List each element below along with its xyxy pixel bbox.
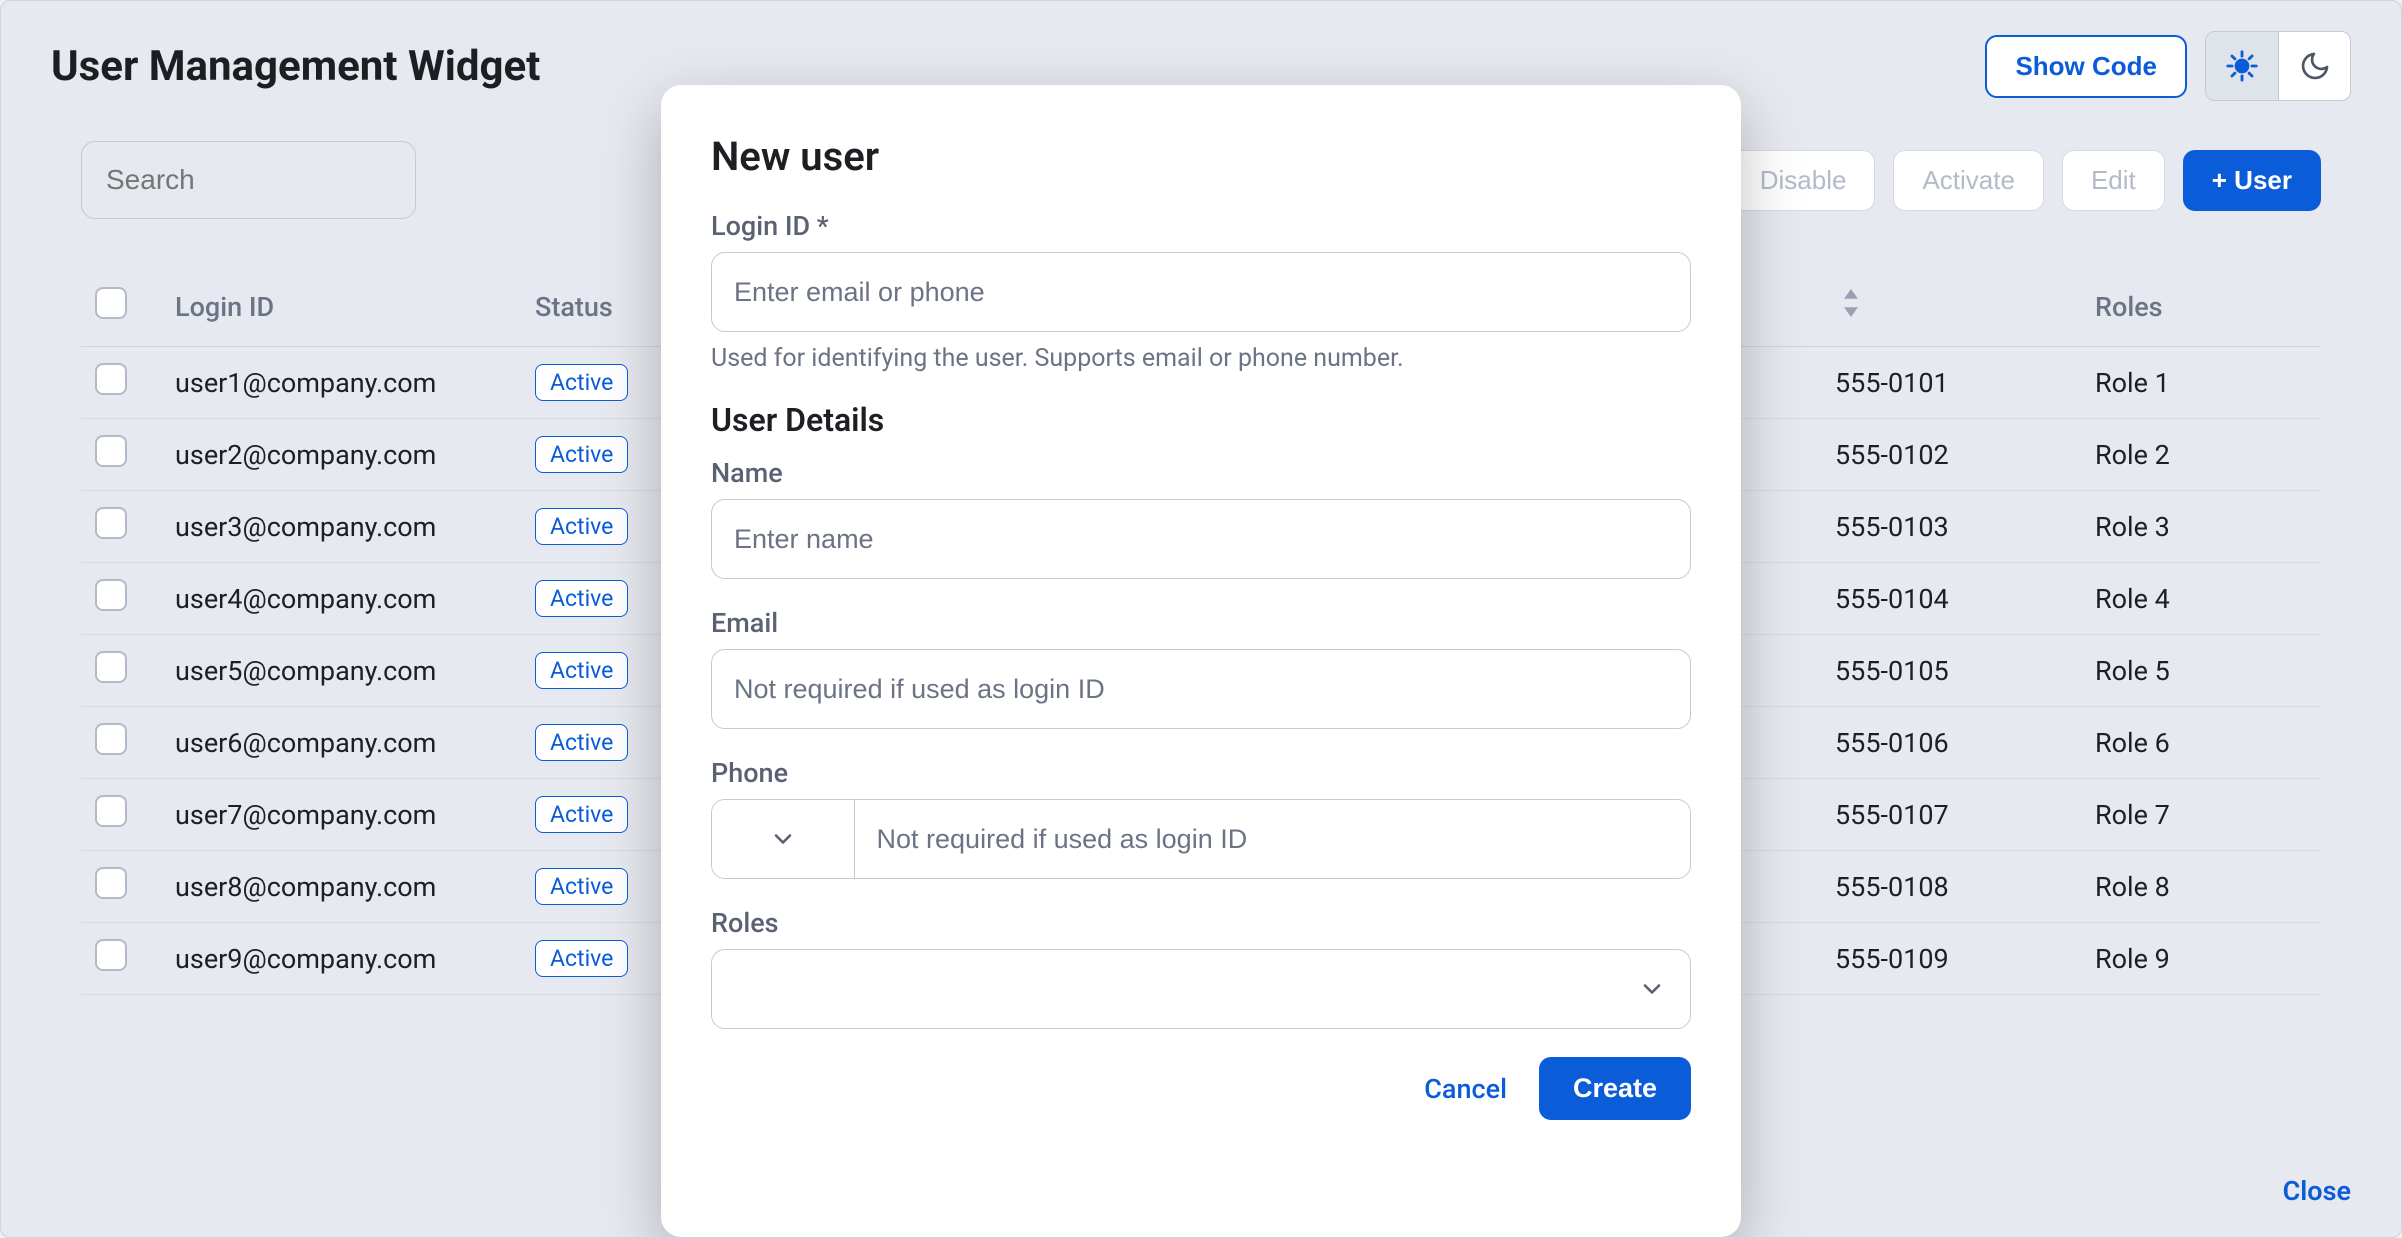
status-badge: Active <box>535 652 628 689</box>
select-all-checkbox[interactable] <box>95 287 127 319</box>
cell-phone: 555-0103 <box>1821 491 2081 563</box>
roles-label: Roles <box>711 907 1691 939</box>
row-checkbox[interactable] <box>95 795 127 827</box>
modal-title: New user <box>711 133 1691 180</box>
login-id-input[interactable] <box>711 252 1691 332</box>
cell-login: user8@company.com <box>161 851 521 923</box>
theme-toggle[interactable] <box>2205 31 2351 101</box>
cell-role: Role 1 <box>2081 347 2321 419</box>
email-input[interactable] <box>711 649 1691 729</box>
page-title: User Management Widget <box>51 42 540 91</box>
user-details-title: User Details <box>711 401 1691 439</box>
cell-phone: 555-0107 <box>1821 779 2081 851</box>
row-checkbox[interactable] <box>95 939 127 971</box>
cancel-button[interactable]: Cancel <box>1424 1073 1507 1105</box>
phone-input[interactable] <box>855 800 1690 878</box>
activate-button[interactable]: Activate <box>1893 150 2044 211</box>
cell-login: user3@company.com <box>161 491 521 563</box>
col-roles[interactable]: Roles <box>2081 267 2321 347</box>
status-badge: Active <box>535 364 628 401</box>
login-id-help: Used for identifying the user. Supports … <box>711 344 1691 373</box>
cell-login: user2@company.com <box>161 419 521 491</box>
cell-role: Role 7 <box>2081 779 2321 851</box>
cell-role: Role 5 <box>2081 635 2321 707</box>
row-checkbox[interactable] <box>95 723 127 755</box>
cell-phone: 555-0104 <box>1821 563 2081 635</box>
cell-role: Role 8 <box>2081 851 2321 923</box>
edit-button[interactable]: Edit <box>2062 150 2165 211</box>
row-checkbox[interactable] <box>95 507 127 539</box>
roles-select[interactable] <box>711 949 1691 1029</box>
add-user-button[interactable]: + User <box>2183 150 2321 211</box>
cell-role: Role 3 <box>2081 491 2321 563</box>
cell-login: user6@company.com <box>161 707 521 779</box>
cell-phone: 555-0108 <box>1821 851 2081 923</box>
show-code-button[interactable]: Show Code <box>1985 35 2187 98</box>
phone-label: Phone <box>711 757 1691 789</box>
cell-login: user7@company.com <box>161 779 521 851</box>
cell-role: Role 6 <box>2081 707 2321 779</box>
row-checkbox[interactable] <box>95 579 127 611</box>
cell-role: Role 2 <box>2081 419 2321 491</box>
cell-phone: 555-0102 <box>1821 419 2081 491</box>
new-user-modal: New user Login ID * Used for identifying… <box>661 85 1741 1237</box>
phone-country-select[interactable] <box>712 800 855 878</box>
email-label: Email <box>711 607 1691 639</box>
cell-login: user9@company.com <box>161 923 521 995</box>
cell-role: Role 9 <box>2081 923 2321 995</box>
row-checkbox[interactable] <box>95 435 127 467</box>
status-badge: Active <box>535 436 628 473</box>
cell-login: user5@company.com <box>161 635 521 707</box>
sort-icon <box>1841 289 1861 324</box>
close-link[interactable]: Close <box>2283 1175 2351 1207</box>
cell-phone: 555-0105 <box>1821 635 2081 707</box>
cell-login: user1@company.com <box>161 347 521 419</box>
search-input[interactable] <box>81 141 416 219</box>
name-label: Name <box>711 457 1691 489</box>
moon-icon[interactable] <box>2278 32 2350 100</box>
cell-phone: 555-0101 <box>1821 347 2081 419</box>
status-badge: Active <box>535 940 628 977</box>
col-login-id[interactable]: Login ID <box>161 267 521 347</box>
cell-role: Role 4 <box>2081 563 2321 635</box>
status-badge: Active <box>535 580 628 617</box>
status-badge: Active <box>535 724 628 761</box>
sun-icon[interactable] <box>2206 32 2278 100</box>
cell-phone: 555-0109 <box>1821 923 2081 995</box>
cell-login: user4@company.com <box>161 563 521 635</box>
disable-button[interactable]: Disable <box>1731 150 1876 211</box>
create-button[interactable]: Create <box>1539 1057 1691 1120</box>
row-checkbox[interactable] <box>95 363 127 395</box>
status-badge: Active <box>535 508 628 545</box>
row-checkbox[interactable] <box>95 867 127 899</box>
name-input[interactable] <box>711 499 1691 579</box>
cell-phone: 555-0106 <box>1821 707 2081 779</box>
status-badge: Active <box>535 796 628 833</box>
col-phone[interactable] <box>1821 267 2081 347</box>
status-badge: Active <box>535 868 628 905</box>
login-id-label: Login ID * <box>711 210 1691 242</box>
row-checkbox[interactable] <box>95 651 127 683</box>
